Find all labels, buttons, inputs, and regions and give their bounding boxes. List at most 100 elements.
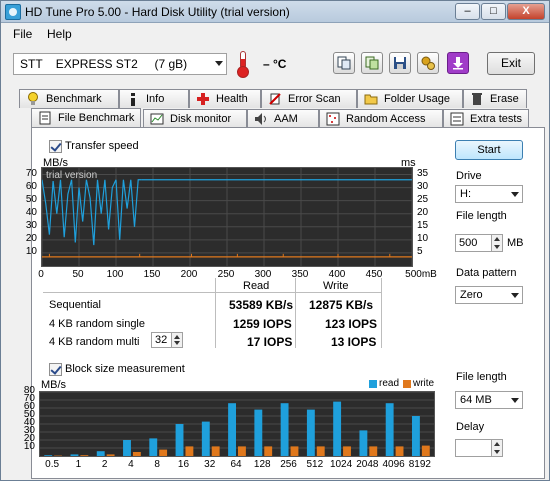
row-random-multi-label: 4 KB random multi: [49, 336, 140, 348]
floppy-icon: [394, 57, 406, 69]
data-pattern-combo[interactable]: Zero: [455, 286, 523, 304]
download-button[interactable]: [447, 52, 469, 74]
y-tick-right: 25: [417, 193, 429, 205]
chevron-down-icon: [511, 192, 519, 197]
maximize-button[interactable]: □: [481, 3, 506, 20]
drive-select-value: STT EXPRESS ST2 (7 gB): [20, 57, 188, 71]
y-tick-left: 40: [25, 206, 37, 218]
transfer-speed-checkbox[interactable]: [49, 140, 62, 153]
tab-extra-tests[interactable]: Extra tests: [443, 109, 529, 128]
bar-write: [159, 449, 168, 456]
exit-button[interactable]: Exit: [487, 52, 535, 75]
row-sequential-write: 12875 KB/s: [309, 298, 374, 312]
info-icon: [131, 93, 135, 106]
app-icon: [5, 4, 21, 20]
bar-read: [96, 451, 105, 456]
close-button[interactable]: X: [507, 3, 545, 20]
y-tick-right: 10: [417, 232, 429, 244]
bar-write: [343, 446, 351, 456]
bar-write: [106, 454, 115, 456]
drive-select[interactable]: STT EXPRESS ST2 (7 gB): [13, 53, 227, 75]
options-button[interactable]: [417, 52, 439, 74]
block-file-length-value: 64 MB: [460, 394, 492, 406]
bar-read: [254, 409, 263, 456]
copy-icon: [337, 56, 351, 70]
bar-write: [395, 446, 404, 456]
toolbar: STT EXPRESS ST2 (7 gB) – °C Exit: [1, 43, 549, 87]
health-icon: [197, 93, 209, 105]
benchmark-icon: [28, 92, 38, 105]
data-pattern-label: Data pattern: [456, 267, 517, 279]
menu-help[interactable]: Help: [47, 27, 72, 41]
tab-label: AAM: [274, 113, 298, 125]
trash-icon: [472, 93, 482, 105]
bar-read: [123, 440, 131, 456]
random-access-icon: [326, 112, 340, 126]
start-button[interactable]: Start: [455, 140, 523, 160]
copy-info-button[interactable]: [333, 52, 355, 74]
tab-label: Info: [146, 93, 165, 105]
tab-disk-monitor[interactable]: Disk monitor: [143, 109, 247, 128]
block-size-label: Block size measurement: [65, 363, 185, 375]
row-random-single-write: 123 IOPS: [325, 317, 378, 331]
drive-combo[interactable]: H:: [455, 185, 523, 203]
legend-read-swatch: [369, 380, 377, 388]
bar-read: [201, 421, 210, 456]
bar-read: [280, 403, 289, 456]
save-button[interactable]: [389, 52, 411, 74]
row-random-multi-read: 17 IOPS: [247, 335, 293, 349]
bar-write: [185, 446, 194, 456]
bar-read: [228, 403, 236, 456]
spin-arrows-icon[interactable]: [171, 333, 182, 347]
error-scan-icon: [269, 93, 281, 105]
copy-all-button[interactable]: [361, 52, 383, 74]
tab-aam[interactable]: AAM: [247, 109, 319, 128]
y-tick-right: 15: [417, 219, 429, 231]
row-random-single-read: 1259 IOPS: [233, 317, 292, 331]
spin-arrows-icon[interactable]: [491, 235, 502, 251]
tab-benchmark[interactable]: Benchmark: [19, 89, 119, 108]
delay-stepper[interactable]: [455, 439, 503, 457]
bar-read: [149, 438, 158, 456]
tab-label: Error Scan: [288, 93, 341, 105]
bar-read: [333, 401, 342, 456]
extra-tests-icon: [450, 112, 464, 126]
y-tick-right: 20: [417, 206, 429, 218]
bar-read: [44, 455, 53, 456]
bar-write: [264, 446, 273, 456]
tab-label: Disk monitor: [170, 113, 232, 125]
tab-label: Random Access: [346, 113, 426, 125]
block-file-length-combo[interactable]: 64 MB: [455, 391, 523, 409]
row-random-multi-write: 13 IOPS: [331, 335, 377, 349]
block-size-checkbox[interactable]: [49, 363, 62, 376]
col-write-header: Write: [323, 280, 349, 292]
title-bar[interactable]: HD Tune Pro 5.00 - Hard Disk Utility (tr…: [1, 1, 549, 23]
queue-depth-stepper[interactable]: 32: [151, 332, 183, 348]
tab-folder-usage[interactable]: Folder Usage: [357, 89, 463, 108]
bar-write: [80, 455, 89, 456]
tab-error-scan[interactable]: Error Scan: [261, 89, 357, 108]
menu-file[interactable]: File: [13, 27, 32, 41]
results-table: Read Write Sequential 53589 KB/s 12875 K…: [43, 278, 385, 349]
row-sequential-label: Sequential: [49, 299, 101, 311]
y-tick-right: 35: [417, 167, 429, 179]
file-length-value: 500: [459, 237, 478, 249]
bar-write: [211, 446, 220, 456]
legend-read-label: read: [379, 378, 400, 389]
tab-file-benchmark[interactable]: File Benchmark: [31, 108, 141, 127]
minimize-button[interactable]: –: [455, 3, 480, 20]
file-length-stepper[interactable]: 500: [455, 234, 503, 252]
tab-random-access[interactable]: Random Access: [319, 109, 443, 128]
tab-info[interactable]: Info: [119, 89, 189, 108]
tab-erase[interactable]: Erase: [463, 89, 527, 108]
spin-arrows-icon[interactable]: [491, 440, 502, 456]
drive-label: Drive: [456, 170, 482, 182]
tab-label: Benchmark: [46, 93, 102, 105]
y-tick-right: 5: [417, 245, 423, 257]
col-read-header: Read: [243, 280, 270, 292]
bar-write: [290, 446, 299, 456]
y-tick-left: 60: [25, 180, 37, 192]
tab-health[interactable]: Health: [189, 89, 261, 108]
tab-label: Health: [216, 93, 248, 105]
trial-watermark: trial version: [46, 170, 98, 181]
